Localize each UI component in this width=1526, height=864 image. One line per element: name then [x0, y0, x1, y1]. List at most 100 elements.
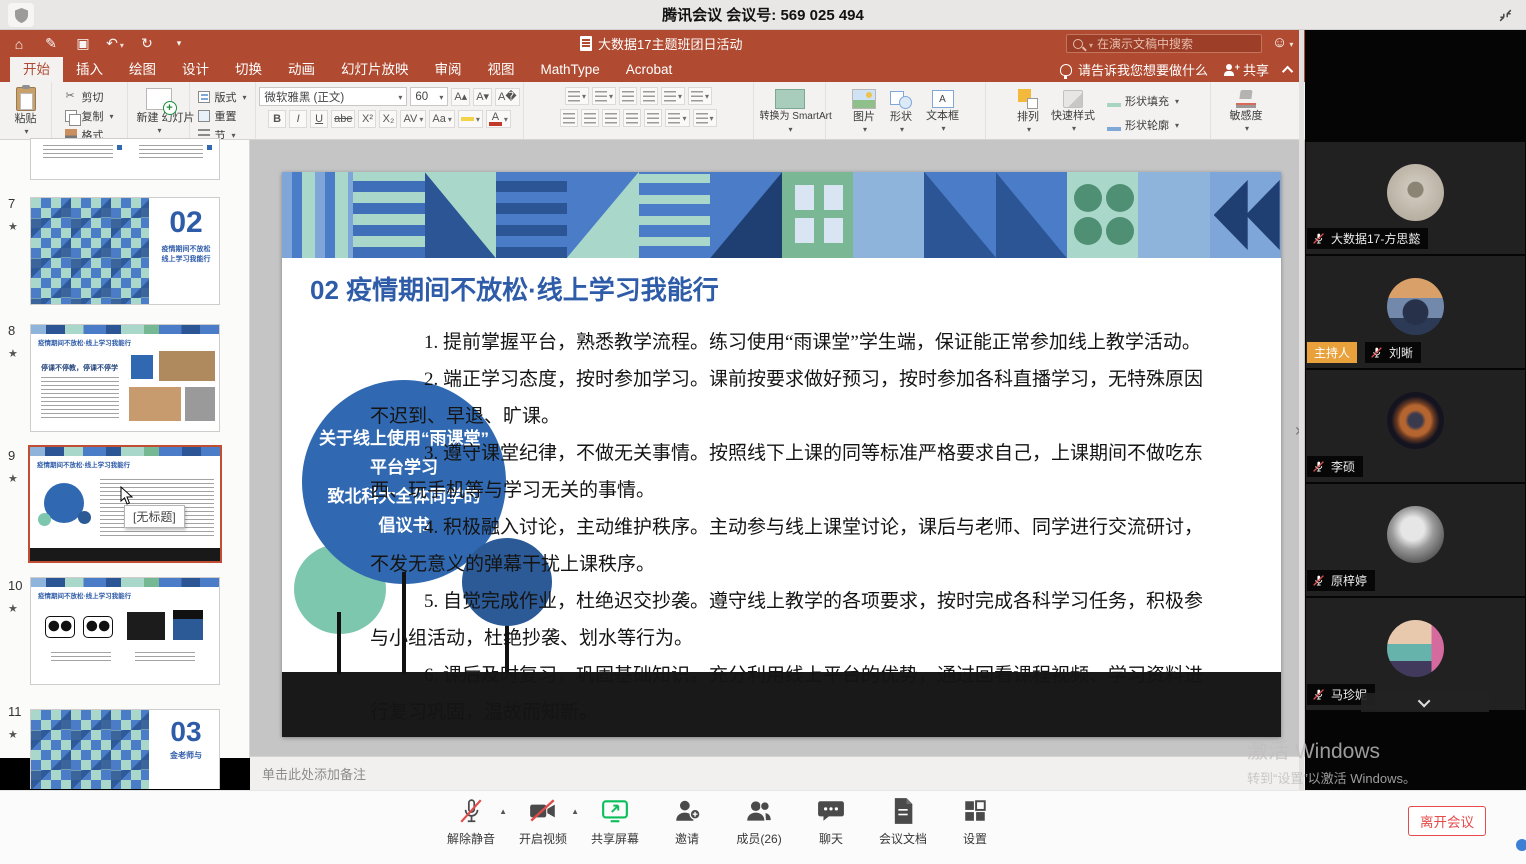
- justify-button[interactable]: [623, 109, 641, 127]
- strikethrough-button[interactable]: abe: [331, 110, 355, 128]
- undo-icon[interactable]: ↶: [106, 35, 124, 52]
- security-shield-icon[interactable]: [8, 3, 34, 27]
- tab-slideshow[interactable]: 幻灯片放映: [328, 57, 422, 82]
- start-video-button[interactable]: 开启视频: [519, 797, 567, 847]
- tab-animations[interactable]: 动画: [275, 57, 328, 82]
- copy-button[interactable]: 复制: [65, 108, 113, 124]
- superscript-button[interactable]: X²: [358, 110, 376, 128]
- notes-pane[interactable]: 单击此处添加备注: [250, 756, 1305, 790]
- settings-button[interactable]: 设置: [951, 797, 999, 847]
- insert-group: 图片 形状 A文本框: [826, 82, 986, 139]
- members-icon: [744, 797, 774, 825]
- increase-indent-button[interactable]: [640, 87, 658, 105]
- align-text-button[interactable]: [693, 109, 717, 127]
- subscript-button[interactable]: X₂: [379, 110, 397, 128]
- share-button[interactable]: + 共享: [1224, 60, 1269, 79]
- font-color-button[interactable]: A: [486, 110, 511, 128]
- decrease-indent-button[interactable]: [619, 87, 637, 105]
- window-resize-icon[interactable]: [1494, 5, 1516, 25]
- decrease-font-button[interactable]: A▾: [473, 88, 492, 106]
- video-tile[interactable]: 李硕: [1306, 370, 1525, 482]
- quick-styles-button[interactable]: 快速样式: [1051, 90, 1095, 133]
- italic-button[interactable]: I: [289, 110, 307, 128]
- redo-icon[interactable]: ↻: [138, 35, 156, 52]
- edit-icon[interactable]: ✎: [42, 35, 60, 52]
- change-case-button[interactable]: Aa: [429, 110, 454, 128]
- meeting-docs-button[interactable]: 会议文档: [879, 797, 927, 847]
- numbering-button[interactable]: [592, 87, 616, 105]
- collapse-participants-button[interactable]: [1361, 693, 1489, 712]
- highlight-color-button[interactable]: [458, 110, 483, 128]
- paste-button[interactable]: 粘贴: [15, 87, 37, 136]
- line-spacing-button[interactable]: [661, 87, 685, 105]
- cut-button[interactable]: 剪切: [65, 89, 103, 105]
- tab-draw[interactable]: 绘图: [116, 57, 169, 82]
- convert-smartart-button[interactable]: 转换为 SmartArt: [760, 89, 820, 134]
- thumbnail-slide-7[interactable]: 02 疫情期间不放松 线上学习我能行: [30, 197, 220, 305]
- settings-grid-icon: [962, 797, 988, 825]
- text-direction-button[interactable]: [665, 109, 689, 127]
- collapse-ribbon-icon[interactable]: [1282, 65, 1293, 76]
- invite-button[interactable]: 邀请: [663, 797, 711, 847]
- shape-fill-button[interactable]: 形状填充: [1107, 93, 1179, 109]
- slide-canvas-area[interactable]: 02 疫情期间不放松·线上学习我能行 1. 提前掌握平台，熟悉教学流程。练习使用…: [250, 140, 1305, 758]
- tab-insert[interactable]: 插入: [63, 57, 116, 82]
- thumbnail-slide-10[interactable]: 疫情期间不放松·线上学习我能行: [30, 577, 220, 685]
- reset-button[interactable]: 重置: [198, 108, 236, 124]
- video-tile[interactable]: 原梓婷: [1306, 484, 1525, 596]
- video-tile[interactable]: 主持人 刘晰: [1306, 256, 1525, 368]
- tab-mathtype[interactable]: MathType: [528, 57, 613, 82]
- align-text-icon: [696, 113, 708, 124]
- save-icon[interactable]: ▣: [74, 35, 92, 52]
- feedback-smiley-icon[interactable]: ☺: [1272, 34, 1293, 51]
- increase-font-button[interactable]: A▴: [451, 88, 470, 106]
- align-right-button[interactable]: [602, 109, 620, 127]
- align-center-button[interactable]: [581, 109, 599, 127]
- qat-overflow-icon[interactable]: ▾: [170, 38, 188, 49]
- thumbnail-slide-6-partial[interactable]: [30, 138, 220, 180]
- picture-button[interactable]: 图片: [852, 89, 876, 134]
- members-button[interactable]: 成员(26): [735, 797, 783, 847]
- home-icon[interactable]: ⌂: [10, 36, 28, 52]
- shape-outline-button[interactable]: 形状轮廓: [1107, 117, 1179, 133]
- thumbnail-slide-8[interactable]: 疫情期间不放松·线上学习我能行 停课不停教，停课不停学: [30, 324, 220, 432]
- video-tile[interactable]: 马珍妮: [1306, 598, 1525, 710]
- distribute-button[interactable]: [644, 109, 662, 127]
- font-name-select[interactable]: 微软雅黑 (正文): [259, 87, 407, 106]
- sensitivity-button[interactable]: 敏感度: [1230, 90, 1263, 133]
- align-left-button[interactable]: [560, 109, 578, 127]
- tab-view[interactable]: 视图: [475, 57, 528, 82]
- tab-transitions[interactable]: 切换: [222, 57, 275, 82]
- share-screen-button[interactable]: 共享屏幕: [591, 797, 639, 847]
- video-options-caret-icon[interactable]: [571, 807, 579, 816]
- mic-options-caret-icon[interactable]: [499, 807, 507, 816]
- video-tile[interactable]: 大数据17-方思懿: [1306, 142, 1525, 254]
- textbox-button[interactable]: A文本框: [926, 90, 959, 133]
- chat-button[interactable]: 聊天: [807, 797, 855, 847]
- tab-acrobat[interactable]: Acrobat: [613, 57, 686, 82]
- font-size-select[interactable]: 60: [410, 87, 448, 106]
- underline-button[interactable]: U: [310, 110, 328, 128]
- tab-design[interactable]: 设计: [169, 57, 222, 82]
- bold-button[interactable]: B: [268, 110, 286, 128]
- tab-home[interactable]: 开始: [10, 57, 63, 82]
- tell-me-button[interactable]: 请告诉我您想要做什么: [1060, 60, 1208, 79]
- current-slide[interactable]: 02 疫情期间不放松·线上学习我能行 1. 提前掌握平台，熟悉教学流程。练习使用…: [282, 172, 1281, 737]
- new-slide-button[interactable]: 新建 幻灯片: [137, 88, 181, 135]
- clear-formatting-button[interactable]: A�: [495, 88, 520, 106]
- search-input[interactable]: 在演示文稿中搜索: [1066, 34, 1262, 53]
- bullets-button[interactable]: [565, 87, 589, 105]
- panel-divider[interactable]: [1299, 30, 1304, 790]
- arrange-button[interactable]: 排列: [1017, 89, 1039, 134]
- unmute-button[interactable]: 解除静音: [447, 797, 495, 847]
- layout-button[interactable]: 版式: [198, 89, 246, 105]
- leave-meeting-button[interactable]: 离开会议: [1408, 806, 1486, 836]
- tab-review[interactable]: 审阅: [422, 57, 475, 82]
- reset-icon: [198, 110, 210, 122]
- share-screen-icon: [601, 797, 629, 825]
- thumbnail-slide-11[interactable]: 03 金老师与: [30, 709, 220, 789]
- character-spacing-button[interactable]: AV: [400, 110, 426, 128]
- bullets-icon: [568, 91, 580, 102]
- shapes-button[interactable]: 形状: [890, 89, 912, 134]
- columns-button[interactable]: [688, 87, 712, 105]
